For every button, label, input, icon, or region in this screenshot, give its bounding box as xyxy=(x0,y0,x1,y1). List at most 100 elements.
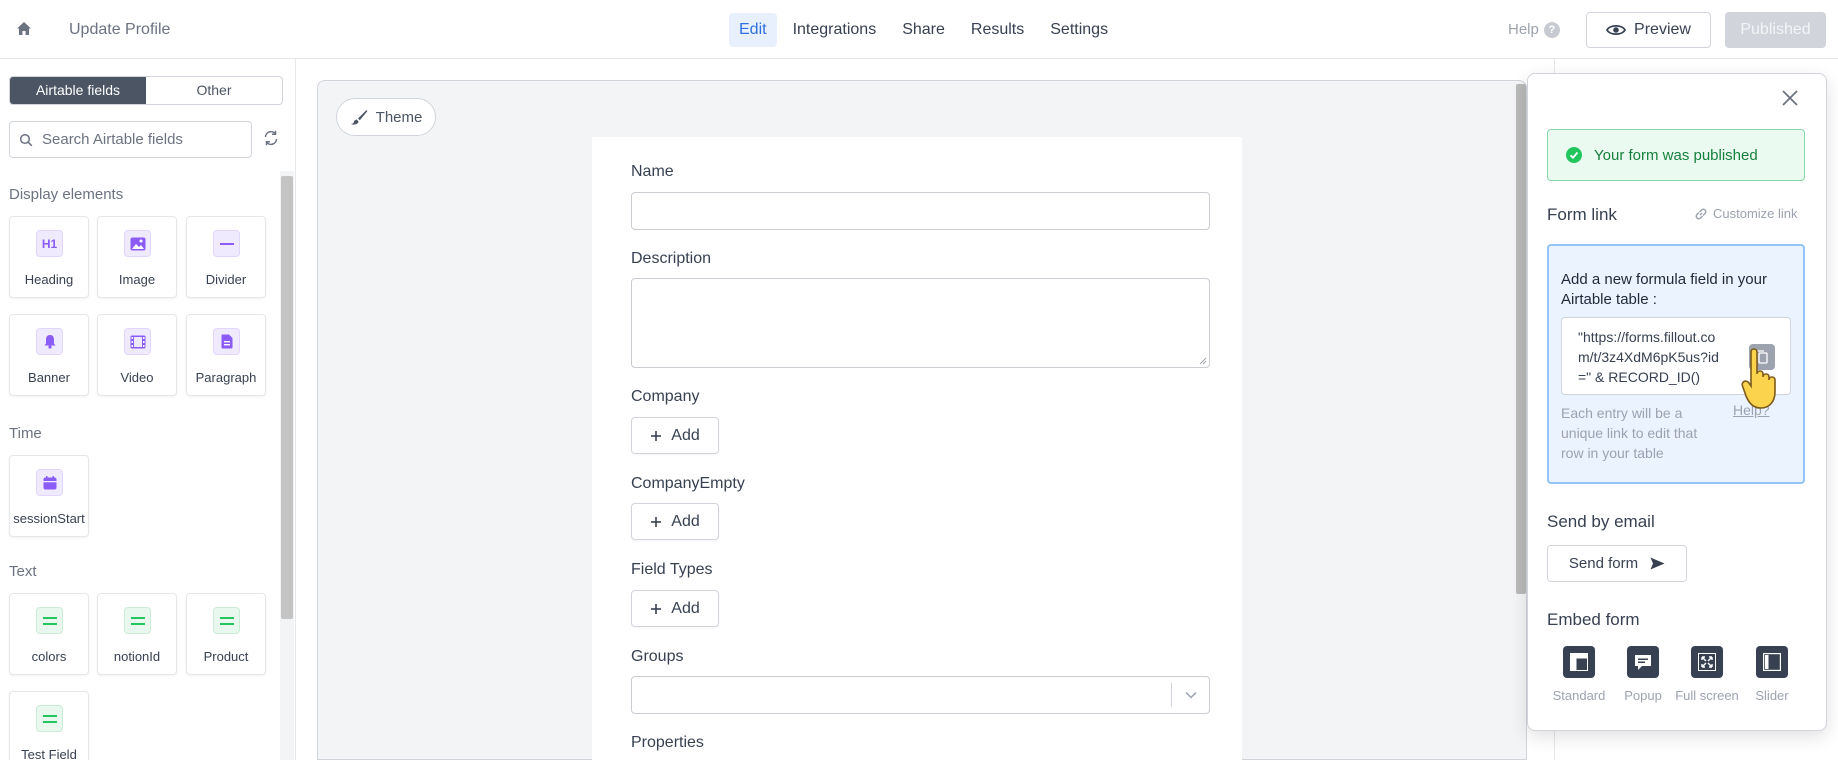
field-product[interactable]: Product xyxy=(186,593,266,675)
element-label: Product xyxy=(203,649,249,664)
field-colors[interactable]: colors xyxy=(9,593,89,675)
formula-instructions: Add a new formula field in your Airtable… xyxy=(1561,271,1767,308)
text-field-icon xyxy=(36,705,63,732)
canvas-scrollbar[interactable] xyxy=(1516,84,1526,594)
element-banner[interactable]: Banner xyxy=(9,314,89,396)
element-label: Paragraph xyxy=(195,370,257,385)
element-label: sessionStart xyxy=(13,511,85,526)
field-label-name: Name xyxy=(631,163,674,180)
plus-icon xyxy=(651,516,662,527)
formula-note: Each entry will be a unique link to edit… xyxy=(1561,405,1698,461)
element-divider[interactable]: Divider xyxy=(186,216,266,298)
select-divider xyxy=(1171,683,1172,707)
description-textarea[interactable] xyxy=(631,278,1210,368)
embed-slider[interactable]: Slider xyxy=(1739,646,1805,703)
fields-sidebar: Airtable fields Other Display elements H… xyxy=(0,59,296,760)
calendar-icon xyxy=(36,469,63,496)
element-paragraph[interactable]: Paragraph xyxy=(186,314,266,396)
field-label-groups: Groups xyxy=(631,648,684,665)
preview-button[interactable]: Preview xyxy=(1586,12,1711,48)
chevron-down-icon xyxy=(1185,691,1197,699)
search-icon xyxy=(19,133,33,146)
film-icon xyxy=(124,328,151,355)
main-nav: Edit Integrations Share Results Settings xyxy=(729,13,1118,47)
element-label: Divider xyxy=(205,272,247,287)
paintbrush-icon xyxy=(350,110,367,125)
success-message: Your form was published xyxy=(1594,146,1758,164)
layout-standard-icon xyxy=(1563,646,1595,678)
element-video[interactable]: Video xyxy=(97,314,177,396)
field-label-company: Company xyxy=(631,388,700,405)
search-box xyxy=(9,121,252,158)
refresh-icon[interactable] xyxy=(262,129,280,147)
plus-icon xyxy=(651,603,662,614)
add-label: Add xyxy=(671,512,700,530)
preview-label: Preview xyxy=(1634,21,1691,38)
element-label: Heading xyxy=(24,272,74,287)
name-input[interactable] xyxy=(631,192,1210,230)
section-display-elements: Display elements xyxy=(9,186,124,203)
help-button[interactable]: Help ? xyxy=(1508,21,1560,38)
add-label: Add xyxy=(671,426,700,444)
document-icon xyxy=(213,328,240,355)
companyempty-add-button[interactable]: Add xyxy=(631,503,719,540)
slider-icon xyxy=(1756,646,1788,678)
eye-icon xyxy=(1606,24,1627,36)
question-icon: ? xyxy=(1543,21,1560,38)
top-bar: Update Profile Edit Integrations Share R… xyxy=(0,0,1838,59)
theme-button[interactable]: Theme xyxy=(336,98,436,136)
published-button[interactable]: Published xyxy=(1725,12,1826,48)
element-image[interactable]: Image xyxy=(97,216,177,298)
tab-integrations[interactable]: Integrations xyxy=(783,13,887,47)
tab-airtable-fields[interactable]: Airtable fields xyxy=(10,77,146,104)
page-title: Update Profile xyxy=(69,21,171,38)
section-text: Text xyxy=(9,563,37,580)
resize-handle-icon[interactable] xyxy=(1199,357,1207,365)
send-icon xyxy=(1650,557,1665,570)
groups-select[interactable] xyxy=(631,676,1210,714)
company-add-button[interactable]: Add xyxy=(631,417,719,454)
field-sessionstart[interactable]: sessionStart xyxy=(9,455,89,537)
element-heading[interactable]: H1 Heading xyxy=(9,216,89,298)
section-time: Time xyxy=(9,425,42,442)
customize-link-label: Customize link xyxy=(1713,206,1798,221)
success-alert: Your form was published xyxy=(1547,129,1805,181)
help-label: Help xyxy=(1508,21,1539,38)
check-circle-icon xyxy=(1566,147,1582,163)
send-form-label: Send form xyxy=(1568,555,1639,572)
field-types-add-button[interactable]: Add xyxy=(631,590,719,627)
embed-full-screen[interactable]: Full screen xyxy=(1674,646,1740,703)
embed-label: Full screen xyxy=(1675,688,1739,703)
theme-label: Theme xyxy=(375,108,423,126)
field-notionid[interactable]: notionId xyxy=(97,593,177,675)
customize-link-button[interactable]: Customize link xyxy=(1694,206,1798,221)
image-icon xyxy=(124,230,151,257)
heading-icon: H1 xyxy=(36,230,63,257)
embed-popup[interactable]: Popup xyxy=(1610,646,1676,703)
home-icon[interactable] xyxy=(14,19,34,39)
popup-icon xyxy=(1627,646,1659,678)
bell-icon xyxy=(36,328,63,355)
field-source-toggle: Airtable fields Other xyxy=(9,76,283,105)
element-label: Test Field xyxy=(21,747,77,760)
close-icon[interactable] xyxy=(1781,89,1799,107)
link-icon xyxy=(1695,208,1707,219)
tab-share[interactable]: Share xyxy=(892,13,955,47)
plus-icon xyxy=(651,430,662,441)
tab-other[interactable]: Other xyxy=(146,77,282,104)
sidebar-scrollbar[interactable] xyxy=(281,176,293,619)
embed-label: Slider xyxy=(1755,688,1789,703)
search-input[interactable] xyxy=(42,131,242,148)
field-test-field[interactable]: Test Field xyxy=(9,691,89,760)
text-field-icon xyxy=(124,607,151,634)
add-label: Add xyxy=(671,599,700,617)
send-form-button[interactable]: Send form xyxy=(1547,545,1687,582)
embed-standard[interactable]: Standard xyxy=(1546,646,1612,703)
field-label-field-types: Field Types xyxy=(631,561,713,578)
tab-edit[interactable]: Edit xyxy=(729,13,777,47)
send-by-email-title: Send by email xyxy=(1547,512,1655,531)
pointer-hand-icon xyxy=(1741,348,1776,409)
tab-settings[interactable]: Settings xyxy=(1040,13,1118,47)
tab-results[interactable]: Results xyxy=(961,13,1034,47)
expand-icon xyxy=(1691,646,1723,678)
